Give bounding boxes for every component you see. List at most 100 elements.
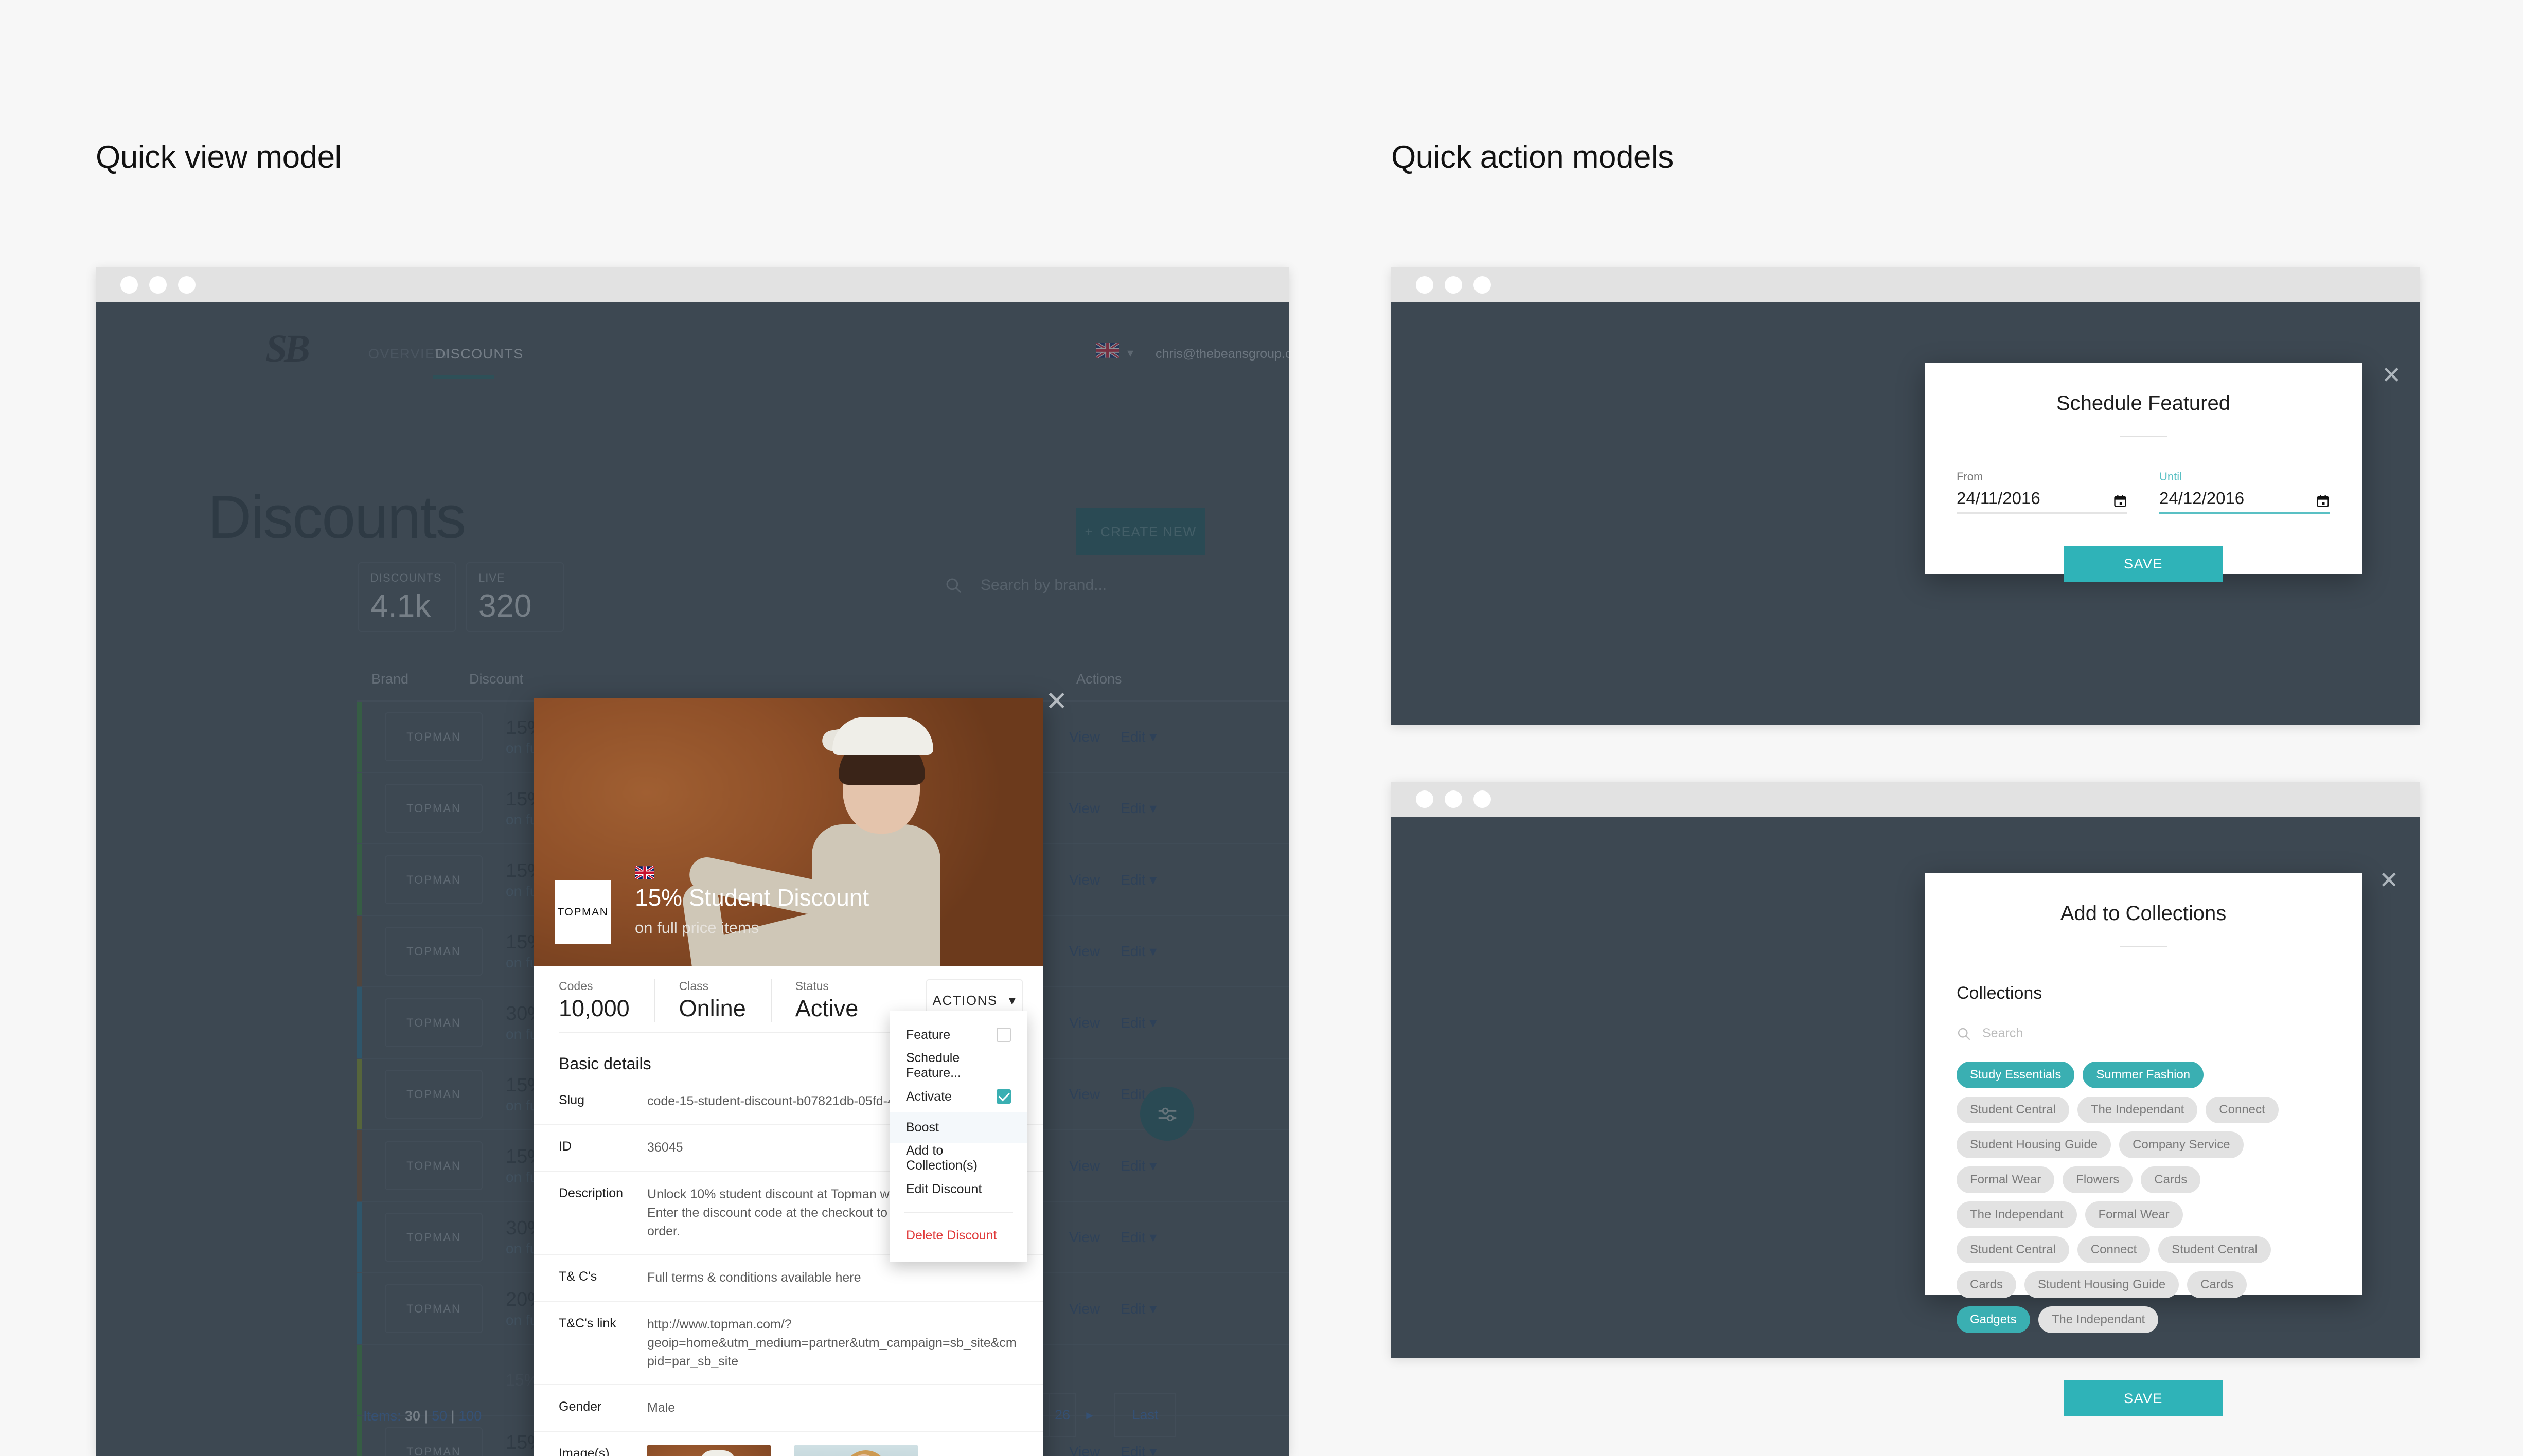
- uk-flag-icon[interactable]: [1096, 343, 1119, 358]
- row-view-link[interactable]: View: [1069, 1301, 1100, 1317]
- create-new-button[interactable]: + CREATE NEW: [1076, 508, 1205, 555]
- collection-chip[interactable]: Formal Wear: [1957, 1166, 2055, 1193]
- close-icon-collections[interactable]: ✕: [2379, 868, 2399, 892]
- row-edit-link[interactable]: Edit ▾: [1121, 728, 1157, 745]
- filter-fab-button[interactable]: [1140, 1087, 1194, 1141]
- detail-key: Slug: [559, 1093, 585, 1107]
- collection-chip[interactable]: Summer Fashion: [2083, 1062, 2204, 1088]
- collection-chip[interactable]: Study Essentials: [1957, 1062, 2075, 1088]
- last-page-button[interactable]: Last: [1114, 1393, 1176, 1437]
- collection-chip[interactable]: Student Housing Guide: [1957, 1131, 2111, 1158]
- items-option-100[interactable]: 100: [458, 1408, 482, 1424]
- menu-item-checkbox[interactable]: [997, 1028, 1011, 1042]
- collections-heading: Collections: [1957, 983, 2042, 1003]
- collection-chip[interactable]: Student Central: [1957, 1236, 2069, 1263]
- chevron-down-icon-language[interactable]: ▾: [1127, 346, 1133, 361]
- row-edit-link[interactable]: Edit ▾: [1121, 1014, 1157, 1031]
- menu-item-feature[interactable]: Feature: [890, 1019, 1027, 1050]
- stat-class: Class Online: [654, 979, 771, 1022]
- row-view-link[interactable]: View: [1069, 1015, 1100, 1031]
- window-dot-close[interactable]: [120, 276, 138, 294]
- collection-chip[interactable]: Flowers: [2063, 1166, 2133, 1193]
- row-edit-link[interactable]: Edit ▾: [1121, 1157, 1157, 1174]
- row-edit-link[interactable]: Edit ▾: [1121, 943, 1157, 960]
- window-dot-minimize[interactable]: [1445, 276, 1462, 294]
- page-26[interactable]: 26: [1050, 1393, 1076, 1437]
- window-dot-maximize[interactable]: [1473, 790, 1491, 808]
- menu-item-delete-discount[interactable]: Delete Discount: [890, 1220, 1027, 1251]
- menu-item-activate[interactable]: Activate: [890, 1081, 1027, 1112]
- items-per-page[interactable]: Items: 30 | 50 | 100: [363, 1408, 482, 1424]
- menu-item-checkbox[interactable]: [997, 1089, 1011, 1104]
- row-edit-link[interactable]: Edit ▾: [1121, 871, 1157, 888]
- menu-item-schedule-feature[interactable]: Schedule Feature...: [890, 1050, 1027, 1081]
- row-edit-link[interactable]: Edit ▾: [1121, 1443, 1157, 1456]
- row-view-link[interactable]: View: [1069, 1158, 1100, 1174]
- nav-active-indicator: [433, 375, 494, 379]
- thumbnail-male[interactable]: [647, 1445, 771, 1456]
- search-input[interactable]: Search: [1982, 1026, 2023, 1041]
- search-input[interactable]: Search by brand...: [981, 577, 1107, 594]
- collection-chip[interactable]: Formal Wear: [2085, 1201, 2183, 1228]
- row-view-link[interactable]: View: [1069, 943, 1100, 960]
- image-item-male[interactable]: Male - Default: [647, 1445, 771, 1456]
- collection-chip[interactable]: Company Service: [2119, 1131, 2244, 1158]
- collection-chip[interactable]: The Independant: [1957, 1201, 2077, 1228]
- collection-chip[interactable]: Gadgets: [1957, 1306, 2030, 1333]
- row-view-link[interactable]: View: [1069, 800, 1100, 817]
- row-status-bar: [357, 1345, 362, 1415]
- collection-chip[interactable]: Student Central: [2158, 1236, 2271, 1263]
- image-item-female[interactable]: Female: [794, 1445, 918, 1456]
- window-dot-maximize[interactable]: [178, 276, 196, 294]
- row-actions: View Edit ▾: [1069, 1014, 1239, 1031]
- save-button-schedule[interactable]: SAVE: [2064, 546, 2223, 582]
- user-email-label[interactable]: chris@thebeansgroup.com: [1156, 347, 1289, 362]
- collection-chip[interactable]: Student Housing Guide: [2024, 1271, 2179, 1298]
- stat-label: Class: [679, 979, 709, 993]
- nav-item-discounts[interactable]: DISCOUNTS: [435, 346, 524, 362]
- row-view-link[interactable]: View: [1069, 1229, 1100, 1246]
- search-bar[interactable]: Search by brand...: [945, 572, 1289, 609]
- thumbnail-female[interactable]: [794, 1445, 918, 1456]
- row-view-link[interactable]: View: [1069, 1444, 1100, 1456]
- items-option-30[interactable]: 30: [405, 1408, 420, 1424]
- next-page-icon[interactable]: ▸: [1076, 1393, 1103, 1437]
- calendar-icon[interactable]: [2113, 494, 2127, 508]
- collections-viewport: ✕ Add to Collections Collections Search …: [1391, 817, 2420, 1416]
- row-view-link[interactable]: View: [1069, 1086, 1100, 1103]
- date-input-from[interactable]: 24/11/2016: [1957, 489, 2127, 514]
- detail-row-images: Image(s) Male - Default: [534, 1430, 1043, 1456]
- collection-chip[interactable]: Cards: [2141, 1166, 2201, 1193]
- row-view-link[interactable]: View: [1069, 872, 1100, 888]
- collection-chip[interactable]: The Independant: [2077, 1097, 2198, 1123]
- row-actions: View Edit ▾: [1069, 1229, 1239, 1246]
- window-dot-minimize[interactable]: [149, 276, 167, 294]
- menu-item-boost[interactable]: Boost: [890, 1112, 1027, 1143]
- column-header-discount[interactable]: Discount: [469, 671, 1076, 687]
- close-icon-schedule[interactable]: ✕: [2382, 363, 2402, 387]
- save-button-collections[interactable]: SAVE: [2064, 1380, 2223, 1416]
- collection-chip[interactable]: The Independant: [2038, 1306, 2159, 1333]
- row-edit-link[interactable]: Edit ▾: [1121, 1300, 1157, 1317]
- window-dot-maximize[interactable]: [1473, 276, 1491, 294]
- menu-item-add-to-collection-s[interactable]: Add to Collection(s): [890, 1143, 1027, 1174]
- close-icon-quickview[interactable]: ✕: [1045, 688, 1068, 715]
- column-header-brand[interactable]: Brand: [371, 671, 469, 687]
- items-option-50[interactable]: 50: [432, 1408, 447, 1424]
- collection-chip[interactable]: Cards: [1957, 1271, 2017, 1298]
- logo-sb[interactable]: SB: [265, 327, 322, 371]
- date-input-until[interactable]: 24/12/2016: [2159, 489, 2330, 514]
- menu-item-edit-discount[interactable]: Edit Discount: [890, 1174, 1027, 1205]
- collections-search[interactable]: Search: [1925, 1003, 2362, 1041]
- row-edit-link[interactable]: Edit ▾: [1121, 1229, 1157, 1246]
- window-dot-close[interactable]: [1416, 276, 1433, 294]
- row-edit-link[interactable]: Edit ▾: [1121, 800, 1157, 817]
- collection-chip[interactable]: Connect: [2206, 1097, 2279, 1123]
- collection-chip[interactable]: Student Central: [1957, 1097, 2069, 1123]
- calendar-icon[interactable]: [2316, 494, 2330, 508]
- collection-chip[interactable]: Cards: [2187, 1271, 2247, 1298]
- window-dot-minimize[interactable]: [1445, 790, 1462, 808]
- row-view-link[interactable]: View: [1069, 729, 1100, 745]
- window-dot-close[interactable]: [1416, 790, 1433, 808]
- collection-chip[interactable]: Connect: [2077, 1236, 2151, 1263]
